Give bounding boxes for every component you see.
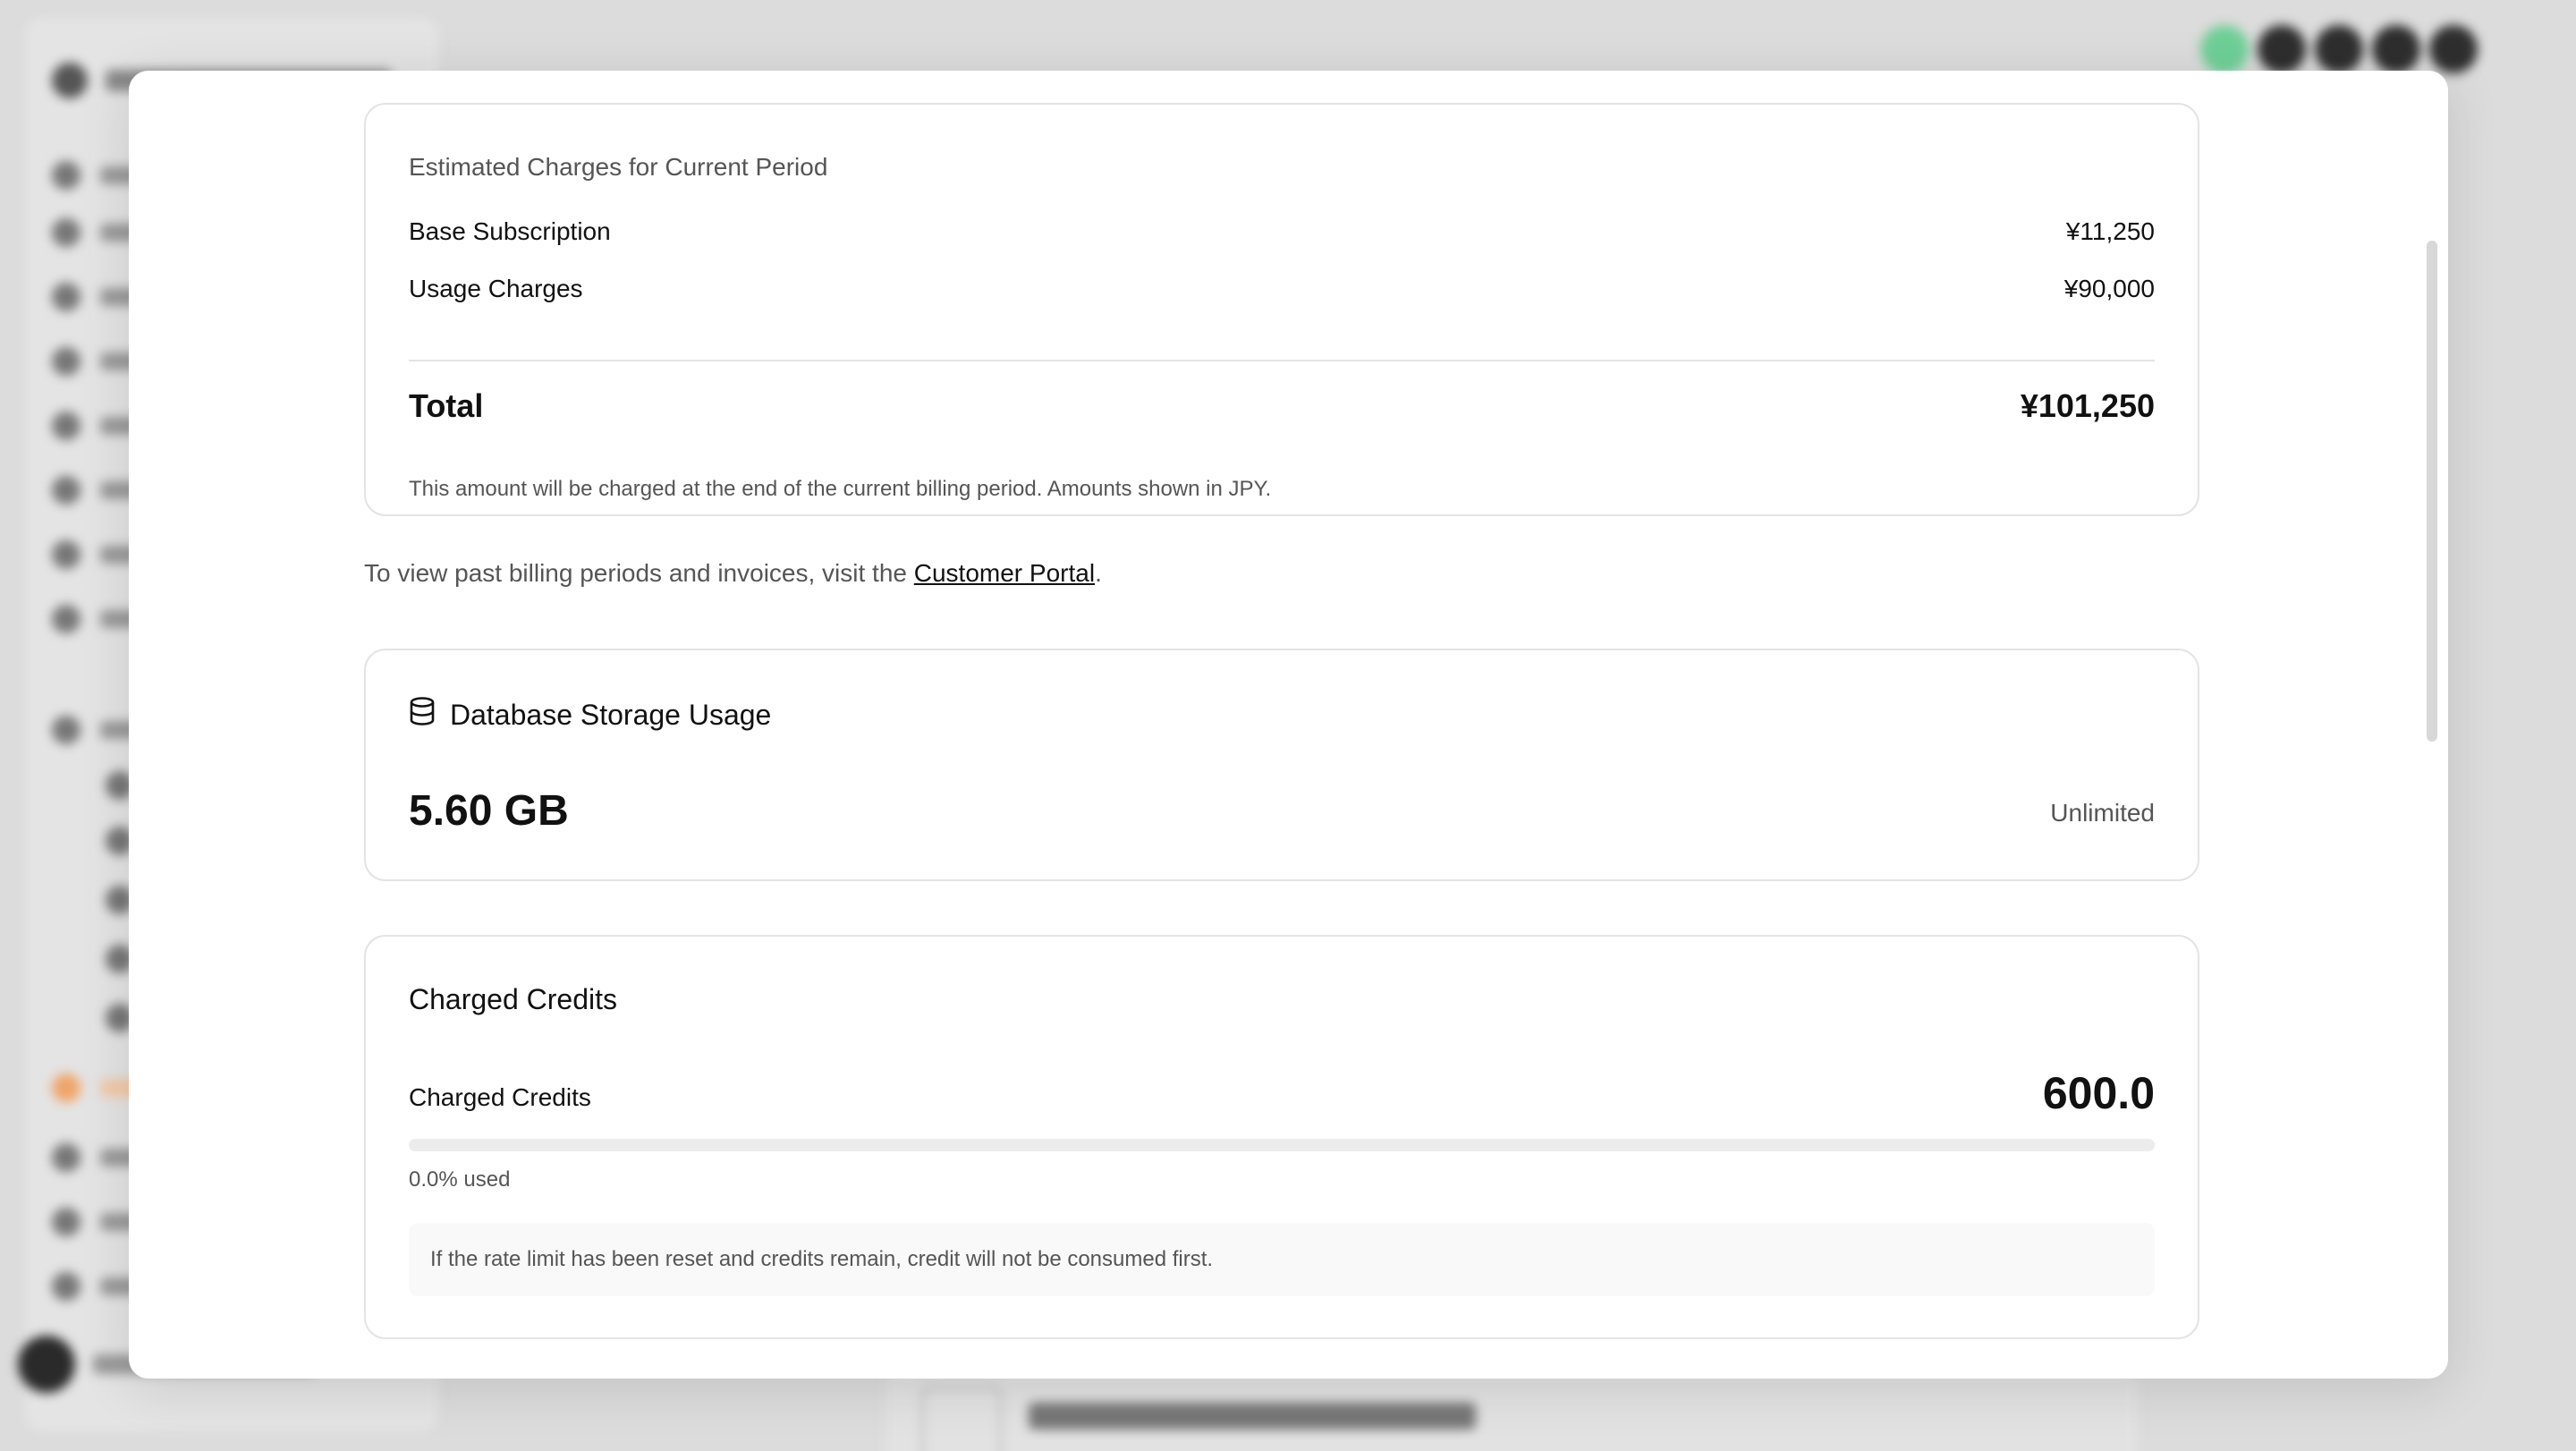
base-subscription-label: Base Subscription — [409, 217, 611, 245]
charges-title: Estimated Charges for Current Period — [409, 153, 828, 181]
credits-used-text: 0.0% used — [409, 1167, 511, 1192]
database-storage-card: Database Storage Usage 5.60 GB Unlimited — [364, 649, 2199, 881]
modal-scrollbar[interactable] — [2427, 241, 2437, 742]
usage-charges-row: Usage Charges ¥90,000 — [409, 275, 2155, 303]
credits-value: 600.0 — [2042, 1068, 2155, 1118]
storage-header: Database Storage Usage — [409, 697, 771, 733]
portal-suffix: . — [1095, 559, 1102, 587]
portal-prefix: To view past billing periods and invoice… — [364, 559, 914, 587]
credits-progress-bar — [409, 1139, 2155, 1151]
credits-title: Charged Credits — [409, 983, 617, 1015]
storage-value: 5.60 GB — [409, 787, 569, 835]
customer-portal-link[interactable]: Customer Portal — [914, 559, 1095, 587]
usage-charges-label: Usage Charges — [409, 275, 583, 302]
database-icon — [409, 697, 436, 733]
billing-modal: Estimated Charges for Current Period Bas… — [129, 71, 2448, 1379]
usage-charges-value: ¥90,000 — [2063, 275, 2155, 302]
storage-limit: Unlimited — [2050, 799, 2155, 827]
estimated-charges-card: Estimated Charges for Current Period Bas… — [364, 103, 2199, 516]
base-subscription-row: Base Subscription ¥11,250 — [409, 217, 2155, 246]
credits-label: Charged Credits — [409, 1083, 591, 1111]
charges-note: This amount will be charged at the end o… — [409, 477, 1272, 501]
customer-portal-text: To view past billing periods and invoice… — [364, 559, 1102, 588]
credits-note: If the rate limit has been reset and cre… — [409, 1223, 2155, 1296]
storage-title: Database Storage Usage — [450, 698, 772, 731]
total-row: Total ¥101,250 — [409, 387, 2155, 425]
total-label: Total — [409, 387, 484, 424]
total-value: ¥101,250 — [2020, 387, 2155, 424]
base-subscription-value: ¥11,250 — [2065, 217, 2155, 245]
charged-credits-card: Charged Credits Charged Credits 600.0 0.… — [364, 935, 2199, 1339]
charges-divider — [409, 360, 2155, 361]
